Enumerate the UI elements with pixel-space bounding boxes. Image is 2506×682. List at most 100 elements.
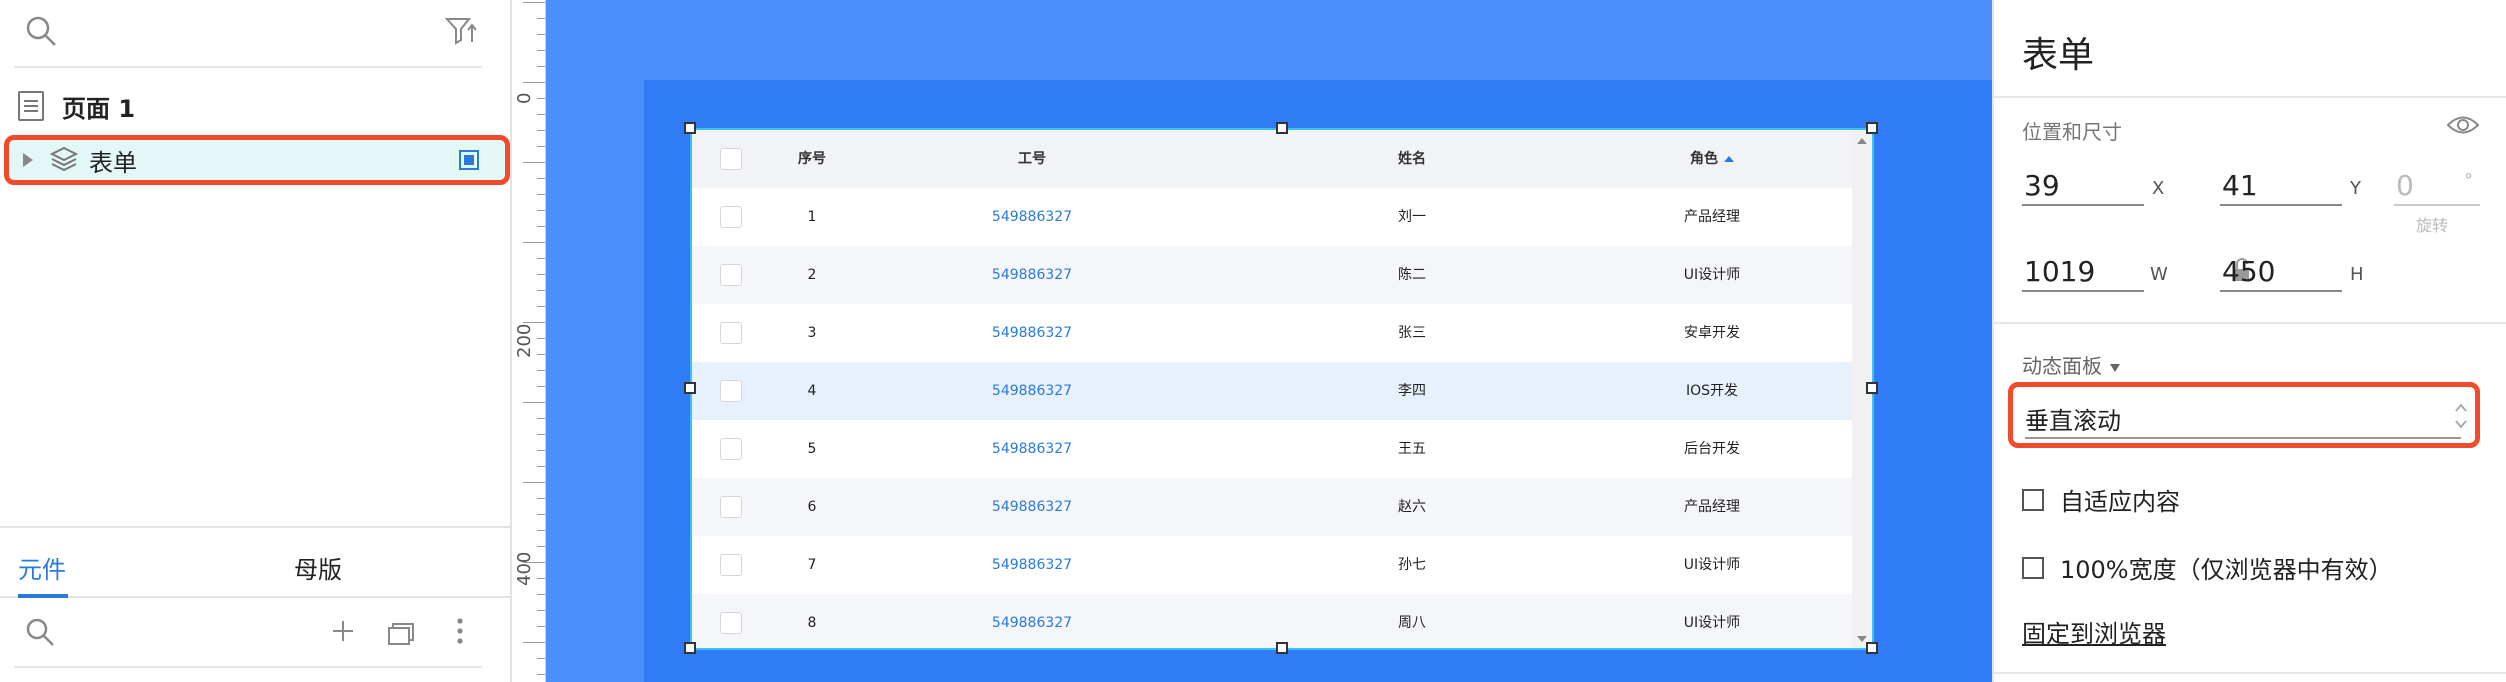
resize-handle-bottom-right[interactable]: [1866, 642, 1878, 654]
cell-id-link[interactable]: 549886327: [912, 420, 1152, 478]
page-item[interactable]: 页面 1: [14, 86, 484, 126]
dynamic-panel-label[interactable]: 动态面板: [2022, 350, 2120, 379]
scroll-up-arrow-icon[interactable]: [1857, 138, 1867, 144]
cell-id-link[interactable]: 549886327: [912, 188, 1152, 246]
vertical-ruler: 0 200 400: [512, 0, 546, 682]
resize-handle-left[interactable]: [684, 382, 696, 394]
cell-name: 赵六: [1398, 499, 1426, 515]
cell-id-link[interactable]: 549886327: [912, 362, 1152, 420]
ruler-tick: [537, 658, 545, 659]
expand-arrow-icon[interactable]: [23, 153, 33, 167]
table-row[interactable]: 6 549886327 赵六 产品经理: [692, 478, 1852, 536]
table-row[interactable]: 8 549886327 周八 UI设计师: [692, 594, 1852, 648]
scroll-mode-select[interactable]: 垂直滚动: [2008, 382, 2480, 448]
row-checkbox[interactable]: [720, 496, 742, 518]
resize-handle-top-right[interactable]: [1866, 122, 1878, 134]
library-tabs: 元件 母版: [0, 526, 510, 598]
eye-icon[interactable]: [2446, 112, 2480, 138]
select-all-checkbox[interactable]: [720, 148, 742, 170]
table-row[interactable]: 5 549886327 王五 后台开发: [692, 420, 1852, 478]
cell-id-link[interactable]: 549886327: [912, 246, 1152, 304]
table-row[interactable]: 1 549886327 刘一 产品经理: [692, 188, 1852, 246]
ruler-tick: [537, 226, 545, 227]
design-canvas[interactable]: 序号 工号 姓名 角色 1 549886327 刘一 产品经理 2 549886…: [546, 0, 1992, 682]
fit-content-label: 自适应内容: [2060, 488, 2180, 516]
row-checkbox[interactable]: [720, 206, 742, 228]
cell-role: 产品经理: [1684, 209, 1740, 225]
resize-handle-bottom[interactable]: [1276, 642, 1288, 654]
filter-icon[interactable]: [444, 14, 478, 48]
ruler-tick: [537, 530, 545, 531]
more-options-icon[interactable]: [452, 614, 468, 648]
ruler-tick: [537, 498, 545, 499]
full-width-option[interactable]: 100%宽度（仅浏览器中有效）: [2022, 550, 2393, 585]
divider: [1994, 672, 2506, 674]
row-checkbox[interactable]: [720, 612, 742, 634]
cell-id-link[interactable]: 549886327: [912, 478, 1152, 536]
library-stack-icon[interactable]: [386, 618, 418, 648]
sort-ascending-icon[interactable]: [1724, 156, 1734, 162]
ruler-tick: [537, 450, 545, 451]
layer-item-form[interactable]: 表单: [4, 135, 510, 185]
cell-role: IOS开发: [1685, 383, 1739, 399]
cell-id-link[interactable]: 549886327: [912, 304, 1152, 362]
cell-id-link[interactable]: 549886327: [912, 536, 1152, 594]
dynamic-panel-icon: [459, 150, 479, 170]
full-width-checkbox[interactable]: [2022, 556, 2044, 579]
fit-content-option[interactable]: 自适应内容: [2022, 482, 2180, 517]
row-checkbox[interactable]: [720, 380, 742, 402]
ruler-tick: [537, 194, 545, 195]
rotation-unit: °: [2464, 170, 2473, 191]
table-row[interactable]: 4 549886327 李四 IOS开发: [692, 362, 1852, 420]
ruler-tick: [523, 2, 545, 3]
search-icon[interactable]: [24, 14, 58, 48]
ruler-tick: [537, 146, 545, 147]
height-input[interactable]: 450: [2220, 252, 2342, 292]
resize-handle-top-left[interactable]: [684, 122, 696, 134]
divider: [1994, 96, 2506, 98]
cell-name: 孙七: [1398, 557, 1426, 573]
cell-seq: 5: [807, 441, 817, 457]
cell-seq: 4: [807, 383, 817, 399]
table-row[interactable]: 7 549886327 孙七 UI设计师: [692, 536, 1852, 594]
width-input[interactable]: 1019: [2022, 252, 2144, 292]
row-checkbox[interactable]: [720, 554, 742, 576]
row-checkbox[interactable]: [720, 438, 742, 460]
tab-widgets[interactable]: 元件: [18, 550, 66, 585]
resize-handle-right[interactable]: [1866, 382, 1878, 394]
table-row[interactable]: 2 549886327 陈二 UI设计师: [692, 246, 1852, 304]
w-axis-label: W: [2150, 264, 2168, 285]
cell-seq: 7: [807, 557, 817, 573]
resize-handle-top[interactable]: [1276, 122, 1288, 134]
cell-name: 陈二: [1398, 267, 1426, 283]
table-row[interactable]: 3 549886327 张三 安卓开发: [692, 304, 1852, 362]
ruler-tick: [537, 18, 545, 19]
scroll-mode-value: 垂直滚动: [2025, 407, 2121, 435]
pin-to-browser-link[interactable]: 固定到浏览器: [2022, 614, 2166, 649]
ruler-tick: [537, 306, 545, 307]
y-input[interactable]: 41: [2220, 166, 2342, 206]
fit-content-checkbox[interactable]: [2022, 488, 2044, 511]
position-size-label: 位置和尺寸: [2022, 120, 2122, 144]
resize-handle-bottom-left[interactable]: [684, 642, 696, 654]
add-icon[interactable]: [328, 616, 358, 646]
tab-masters[interactable]: 母版: [294, 550, 342, 585]
ruler-tick: [523, 242, 545, 243]
header-role[interactable]: 角色: [1612, 130, 1812, 188]
search-icon[interactable]: [24, 616, 56, 648]
cell-role: UI设计师: [1683, 267, 1741, 283]
x-input[interactable]: 39: [2022, 166, 2144, 206]
cell-id-link[interactable]: 549886327: [912, 594, 1152, 648]
ruler-tick: [537, 418, 545, 419]
ruler-tick: [537, 338, 545, 339]
h-axis-label: H: [2350, 264, 2364, 285]
form-table[interactable]: 序号 工号 姓名 角色 1 549886327 刘一 产品经理 2 549886…: [690, 128, 1874, 650]
ruler-tick: [523, 482, 545, 483]
ruler-tick: [523, 82, 545, 83]
ruler-label: 200: [514, 323, 535, 358]
cell-role: 安卓开发: [1684, 325, 1740, 341]
row-checkbox[interactable]: [720, 322, 742, 344]
inspector-title: 表单: [2022, 35, 2095, 76]
row-checkbox[interactable]: [720, 264, 742, 286]
cell-seq: 3: [807, 325, 817, 341]
